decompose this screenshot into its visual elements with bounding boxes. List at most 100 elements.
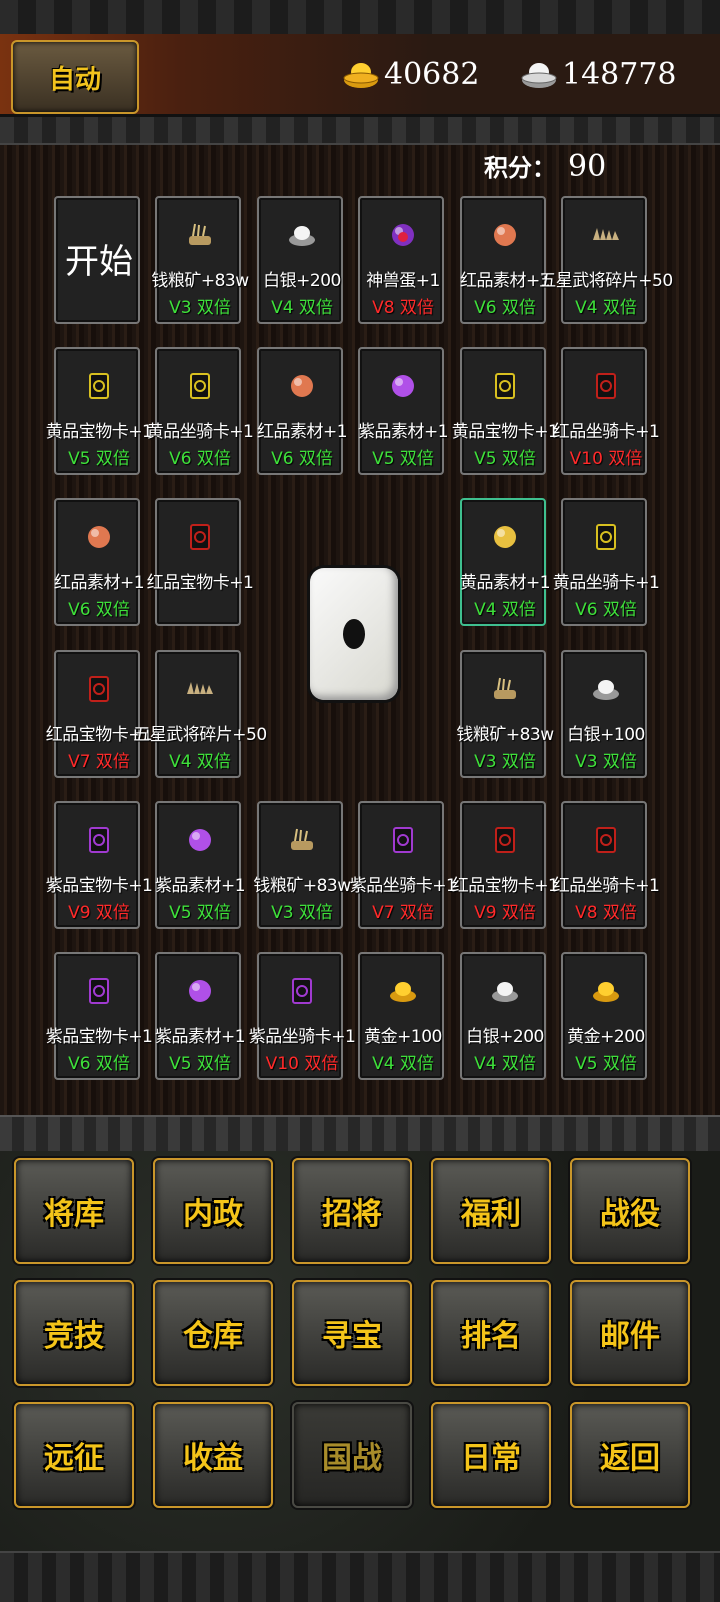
cell-vip-tag: V3 双倍 (575, 752, 637, 772)
board-cell[interactable]: 红品素材+1 V6 双倍 (54, 498, 145, 626)
red-treasure-card-icon (84, 674, 114, 704)
menu-button[interactable]: 福利 (431, 1158, 551, 1264)
gold-amount: 40682 (384, 56, 480, 92)
board-cell[interactable]: 紫品素材+1 V5 双倍 (155, 952, 246, 1080)
menu-button[interactable]: 将库 (14, 1158, 134, 1264)
menu-button[interactable]: 仓库 (153, 1280, 273, 1386)
menu-button[interactable]: 排名 (431, 1280, 551, 1386)
general-fragment-icon-graphic (187, 682, 213, 694)
cell-reward-name: 红品宝物卡+1 (146, 573, 254, 593)
cell-reward-name: 五星武将碎片+50 (133, 725, 267, 745)
purple-material-icon-graphic (189, 980, 211, 1002)
cell-vip-tag: V10 双倍 (265, 1054, 339, 1074)
menu-button[interactable]: 战役 (570, 1158, 690, 1264)
cell-reward-name: 黄品坐骑卡+1 (552, 573, 660, 593)
purple-mount-card-icon (388, 825, 418, 855)
board-cell[interactable]: 红品素材+1 V6 双倍 (257, 347, 348, 475)
silver-ingot-icon (591, 674, 621, 704)
silver-counter: 148778 (520, 54, 677, 94)
board-cell[interactable]: 紫品素材+1 V5 双倍 (155, 801, 246, 929)
menu-button[interactable]: 招将 (292, 1158, 412, 1264)
board-cell[interactable]: 钱粮矿+83w V3 双倍 (151, 196, 249, 324)
purple-material-icon (185, 976, 215, 1006)
board-cell[interactable]: 红品坐骑卡+1 V10 双倍 (553, 347, 660, 475)
board-cell[interactable]: 五星武将碎片+50 V4 双倍 (133, 650, 267, 778)
dice[interactable] (310, 568, 398, 700)
board-cell[interactable]: 钱粮矿+83w V3 双倍 (456, 650, 554, 778)
menu-button[interactable]: 寻宝 (292, 1280, 412, 1386)
yellow-mount-card-icon-graphic (596, 524, 616, 550)
purple-material-icon-graphic (392, 375, 414, 397)
cell-vip-tag: V4 双倍 (271, 298, 333, 318)
menu-button[interactable]: 内政 (153, 1158, 273, 1264)
menu-button[interactable]: 竞技 (14, 1280, 134, 1386)
general-fragment-icon (185, 674, 215, 704)
board-cell[interactable]: 紫品坐骑卡+1 V7 双倍 (350, 801, 457, 929)
cell-vip-tag: V3 双倍 (474, 752, 536, 772)
gold-ingot-icon (388, 976, 418, 1006)
start-cell[interactable]: 开始 (54, 196, 140, 324)
board-cell[interactable]: 黄品坐骑卡+1 V6 双倍 (147, 347, 254, 475)
cell-reward-name: 红品坐骑卡+1 (552, 422, 660, 442)
board-cell[interactable]: 白银+200 V4 双倍 (460, 952, 546, 1080)
cell-vip-tag: V4 双倍 (474, 1054, 536, 1074)
yellow-treasure-card-icon (490, 371, 520, 401)
cell-vip-tag: V6 双倍 (68, 600, 130, 620)
board-cell[interactable]: 紫品坐骑卡+1 V10 双倍 (249, 952, 356, 1080)
score-display: 积分： 90 (484, 148, 606, 184)
red-treasure-card-icon (490, 825, 520, 855)
auto-button[interactable]: 自动 (11, 40, 139, 114)
purple-treasure-card-icon (84, 976, 114, 1006)
red-mount-card-icon (591, 371, 621, 401)
menu-button[interactable]: 日常 (431, 1402, 551, 1508)
board-cell[interactable]: 紫品宝物卡+1 V6 双倍 (46, 952, 153, 1080)
board-cell[interactable]: 红品宝物卡+1 V9 双倍 (452, 801, 559, 929)
score-value: 90 (568, 149, 607, 184)
red-material-icon (287, 371, 317, 401)
cell-vip-tag: V5 双倍 (372, 449, 434, 469)
score-label: 积分： (484, 154, 556, 182)
cell-vip-tag: V3 双倍 (271, 903, 333, 923)
menu-button[interactable]: 国战 (292, 1402, 412, 1508)
purple-treasure-card-icon-graphic (89, 978, 109, 1004)
board-cell[interactable]: 红品宝物卡+1 V7 双倍 (46, 650, 153, 778)
board-cell[interactable]: 紫品宝物卡+1 V9 双倍 (46, 801, 153, 929)
board-cell[interactable]: 红品宝物卡+1 (147, 498, 254, 626)
board-cell[interactable]: 钱粮矿+83w V3 双倍 (253, 801, 351, 929)
general-fragment-icon (591, 220, 621, 250)
board-cell[interactable]: 五星武将碎片+50 V4 双倍 (539, 196, 673, 324)
cell-vip-tag: V6 双倍 (575, 600, 637, 620)
menu-button[interactable]: 收益 (153, 1402, 273, 1508)
red-material-icon (84, 522, 114, 552)
grain-ore-icon (185, 220, 215, 250)
cell-reward-name: 五星武将碎片+50 (539, 271, 673, 291)
board-cell[interactable]: 黄金+200 V5 双倍 (561, 952, 647, 1080)
top-decor-strip (0, 0, 720, 36)
menu-button[interactable]: 邮件 (570, 1280, 690, 1386)
board-cell[interactable]: 黄品宝物卡+1 V5 双倍 (452, 347, 559, 475)
board-cell[interactable]: 红品坐骑卡+1 V8 双倍 (553, 801, 660, 929)
board-cell[interactable]: 神兽蛋+1 V8 双倍 (358, 196, 444, 324)
board-cell[interactable]: 黄品宝物卡+1 V5 双倍 (46, 347, 153, 475)
gold-ingot-icon (591, 976, 621, 1006)
cell-vip-tag: V4 双倍 (575, 298, 637, 318)
red-material-icon-graphic (494, 224, 516, 246)
red-material-icon (490, 220, 520, 250)
board-cell[interactable]: 红品素材+1 V6 双倍 (460, 196, 551, 324)
board-cell[interactable]: 白银+100 V3 双倍 (561, 650, 647, 778)
board-cell[interactable]: 黄品素材+1 V4 双倍 (460, 498, 551, 626)
cell-vip-tag: V10 双倍 (569, 449, 643, 469)
cell-vip-tag: V5 双倍 (474, 449, 536, 469)
board-cell[interactable]: 黄金+100 V4 双倍 (358, 952, 444, 1080)
board-cell[interactable]: 黄品坐骑卡+1 V6 双倍 (553, 498, 660, 626)
menu-button[interactable]: 远征 (14, 1402, 134, 1508)
menu-button[interactable]: 返回 (570, 1402, 690, 1508)
cell-vip-tag: V4 双倍 (372, 1054, 434, 1074)
silver-ingot-icon (490, 976, 520, 1006)
cell-vip-tag: V6 双倍 (271, 449, 333, 469)
yellow-mount-card-icon (185, 371, 215, 401)
gold-ingot-icon (343, 63, 379, 88)
board-cell[interactable]: 紫品素材+1 V5 双倍 (358, 347, 449, 475)
silver-ingot-icon-graphic (289, 226, 315, 246)
board-cell[interactable]: 白银+200 V4 双倍 (257, 196, 343, 324)
